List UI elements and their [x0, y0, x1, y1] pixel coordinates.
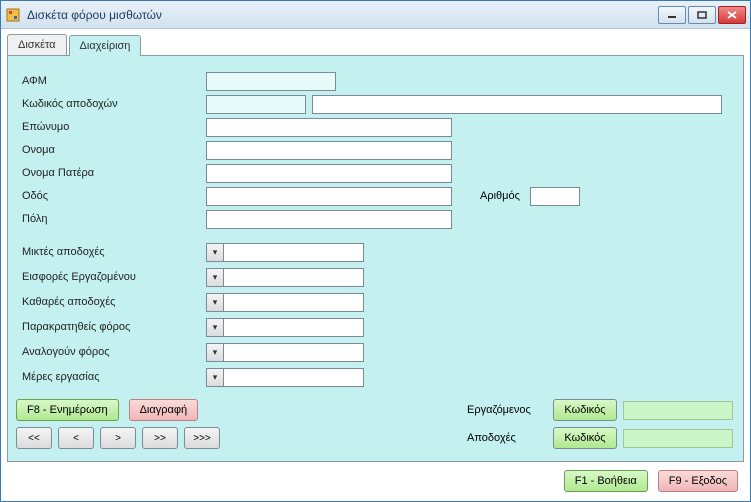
num-dropdown-calc_tax[interactable]	[206, 343, 224, 362]
num-dropdown-gross[interactable]	[206, 243, 224, 262]
app-icon	[5, 7, 21, 23]
name-label: Ονομα	[16, 144, 206, 156]
employee-code-button[interactable]: Κωδικός	[553, 399, 617, 421]
employee-lookup-label: Εργαζόμενος	[467, 404, 547, 416]
num-dropdown-withheld_tax[interactable]	[206, 318, 224, 337]
name-input[interactable]	[206, 141, 452, 160]
maximize-button[interactable]	[688, 6, 716, 24]
num-dropdown-net[interactable]	[206, 293, 224, 312]
titlebar: Δισκέτα φόρου μισθωτών	[1, 1, 750, 29]
paycode-label: Κωδικός αποδοχών	[16, 98, 206, 110]
city-input[interactable]	[206, 210, 452, 229]
afm-input[interactable]	[206, 72, 336, 91]
tab-disketa[interactable]: Δισκέτα	[7, 34, 67, 55]
num-input-gross[interactable]	[224, 243, 364, 262]
city-label: Πόλη	[16, 213, 206, 225]
street-input[interactable]	[206, 187, 452, 206]
update-button[interactable]: F8 - Ενημέρωση	[16, 399, 119, 421]
num-label-empl_contrib: Εισφορές Εργαζομένου	[16, 271, 206, 283]
number-label: Αριθμός	[470, 190, 530, 202]
delete-button[interactable]: Διαγραφή	[129, 399, 199, 421]
num-input-work_days[interactable]	[224, 368, 364, 387]
minimize-button[interactable]	[658, 6, 686, 24]
pay-code-button[interactable]: Κωδικός	[553, 427, 617, 449]
fathername-label: Ονομα Πατέρα	[16, 167, 206, 179]
paycode-desc-input[interactable]	[312, 95, 722, 114]
number-input[interactable]	[530, 187, 580, 206]
client-area: Δισκέτα Διαχείριση ΑΦΜ Κωδικός αποδοχών …	[1, 29, 750, 501]
num-input-calc_tax[interactable]	[224, 343, 364, 362]
num-label-calc_tax: Αναλογούν φόρος	[16, 346, 206, 358]
tab-diaxeirisi[interactable]: Διαχείριση	[69, 35, 142, 56]
afm-label: ΑΦΜ	[16, 75, 206, 87]
tab-panel-management: ΑΦΜ Κωδικός αποδοχών Επώνυμο Ονομα	[7, 55, 744, 462]
nav-next[interactable]: >	[100, 427, 136, 449]
num-input-empl_contrib[interactable]	[224, 268, 364, 287]
num-dropdown-empl_contrib[interactable]	[206, 268, 224, 287]
num-label-net: Καθαρές αποδοχές	[16, 296, 206, 308]
nav-end[interactable]: >>>	[184, 427, 220, 449]
surname-input[interactable]	[206, 118, 452, 137]
help-button[interactable]: F1 - Βοήθεια	[564, 470, 648, 492]
tab-strip: Δισκέτα Διαχείριση	[7, 34, 744, 55]
num-label-withheld_tax: Παρακρατηθείς φόρος	[16, 321, 206, 333]
employee-output	[623, 401, 733, 420]
num-label-work_days: Μέρες εργασίας	[16, 371, 206, 383]
paycode-input[interactable]	[206, 95, 306, 114]
close-button[interactable]	[718, 6, 746, 24]
pay-output	[623, 429, 733, 448]
fathername-input[interactable]	[206, 164, 452, 183]
surname-label: Επώνυμο	[16, 121, 206, 133]
num-label-gross: Μικτές αποδοχές	[16, 246, 206, 258]
nav-prev[interactable]: <	[58, 427, 94, 449]
pay-lookup-label: Αποδοχές	[467, 432, 547, 444]
window-title: Δισκέτα φόρου μισθωτών	[27, 8, 162, 22]
num-input-net[interactable]	[224, 293, 364, 312]
street-label: Οδός	[16, 190, 206, 202]
nav-first[interactable]: <<	[16, 427, 52, 449]
num-dropdown-work_days[interactable]	[206, 368, 224, 387]
num-input-withheld_tax[interactable]	[224, 318, 364, 337]
app-window: Δισκέτα φόρου μισθωτών Δισκέτα Διαχείρισ…	[0, 0, 751, 502]
exit-button[interactable]: F9 - Εξοδος	[658, 470, 738, 492]
nav-last[interactable]: >>	[142, 427, 178, 449]
